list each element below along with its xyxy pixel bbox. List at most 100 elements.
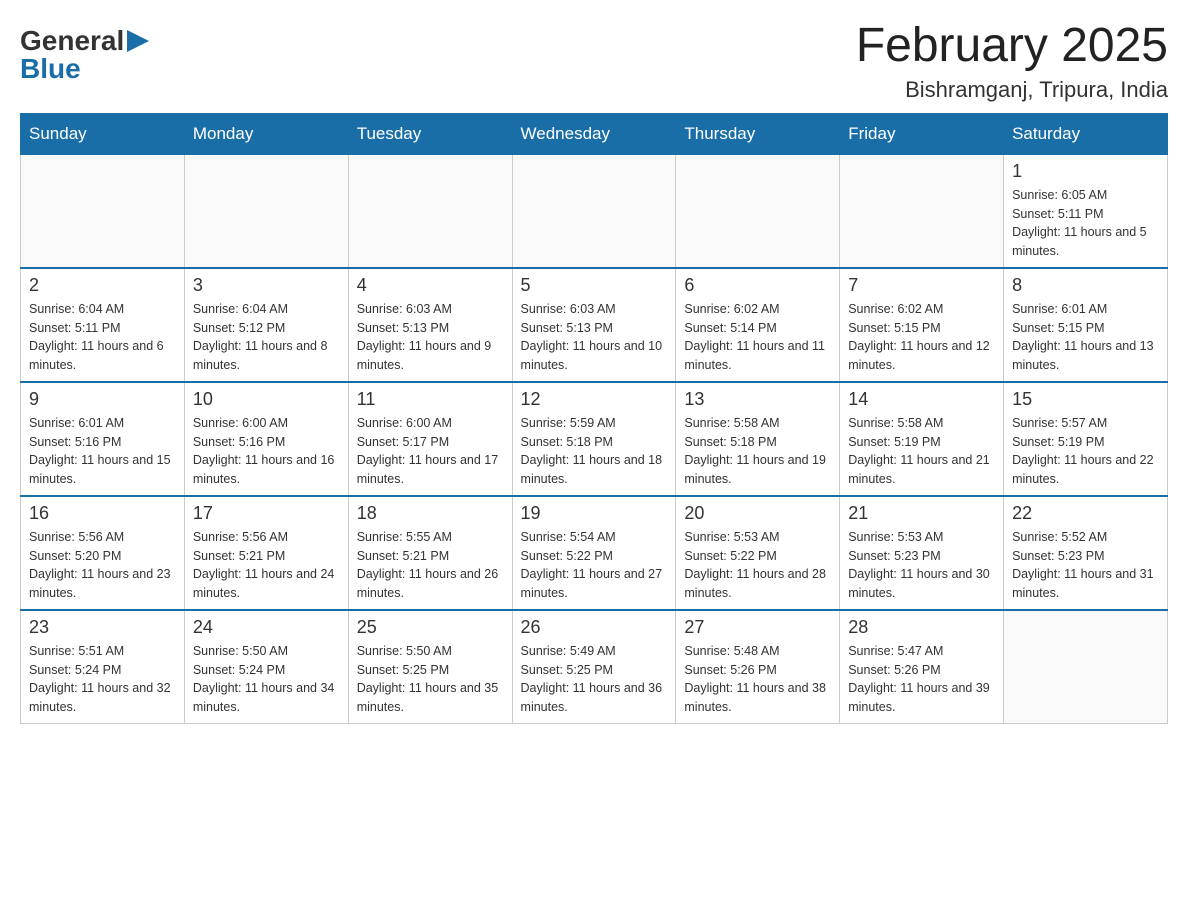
calendar-cell: 6Sunrise: 6:02 AMSunset: 5:14 PMDaylight…: [676, 268, 840, 382]
day-info: Sunrise: 5:57 AMSunset: 5:19 PMDaylight:…: [1012, 414, 1159, 489]
weekday-header-row: SundayMondayTuesdayWednesdayThursdayFrid…: [21, 113, 1168, 154]
logo-arrow-icon: [127, 30, 149, 52]
page-header: General Blue February 2025 Bishramganj, …: [20, 20, 1168, 103]
weekday-header-saturday: Saturday: [1004, 113, 1168, 154]
calendar-cell: 10 Sunrise: 6:00 AMSunset: 5:16 PMDayligh…: [184, 382, 348, 496]
calendar-week-row: 23Sunrise: 5:51 AMSunset: 5:24 PMDayligh…: [21, 610, 1168, 724]
day-number: 16: [29, 503, 176, 524]
calendar-cell: 5 Sunrise: 6:03 AMSunset: 5:13 PMDaylight…: [512, 268, 676, 382]
calendar-cell: 3 Sunrise: 6:04 AMSunset: 5:12 PMDaylight…: [184, 268, 348, 382]
day-number: 27: [684, 617, 831, 638]
day-info: Sunrise: 5:58 AMSunset: 5:18 PMDaylight:…: [684, 414, 831, 489]
calendar-cell: 19 Sunrise: 5:54 AMSunset: 5:22 PMDayligh…: [512, 496, 676, 610]
calendar-cell: [512, 154, 676, 268]
day-number: 20: [684, 503, 831, 524]
day-number: 17: [193, 503, 340, 524]
day-number: 3: [193, 275, 340, 296]
day-info: Sunrise: 5:51 AMSunset: 5:24 PMDaylight:…: [29, 642, 176, 717]
day-info: Sunrise: 5:54 AMSunset: 5:22 PMDaylight:…: [521, 528, 668, 603]
weekday-header-thursday: Thursday: [676, 113, 840, 154]
calendar-cell: 16 Sunrise: 5:56 AMSunset: 5:20 PMDayligh…: [21, 496, 185, 610]
calendar-cell: 22Sunrise: 5:52 AMSunset: 5:23 PMDayligh…: [1004, 496, 1168, 610]
day-info: Sunrise: 5:53 AMSunset: 5:22 PMDaylight:…: [684, 528, 831, 603]
day-info: Sunrise: 5:56 AMSunset: 5:20 PMDaylight:…: [29, 528, 176, 603]
day-number: 26: [521, 617, 668, 638]
calendar-cell: 26 Sunrise: 5:49 AMSunset: 5:25 PMDayligh…: [512, 610, 676, 724]
day-number: 18: [357, 503, 504, 524]
calendar-week-row: 1 Sunrise: 6:05 AMSunset: 5:11 PMDaylight…: [21, 154, 1168, 268]
calendar-cell: 21 Sunrise: 5:53 AMSunset: 5:23 PMDayligh…: [840, 496, 1004, 610]
weekday-header-tuesday: Tuesday: [348, 113, 512, 154]
day-number: 6: [684, 275, 831, 296]
day-info: Sunrise: 6:00 AMSunset: 5:17 PMDaylight:…: [357, 414, 504, 489]
calendar-cell: 25 Sunrise: 5:50 AMSunset: 5:25 PMDayligh…: [348, 610, 512, 724]
day-info: Sunrise: 5:58 AMSunset: 5:19 PMDaylight:…: [848, 414, 995, 489]
calendar-week-row: 9Sunrise: 6:01 AMSunset: 5:16 PMDaylight…: [21, 382, 1168, 496]
calendar-cell: [840, 154, 1004, 268]
calendar-cell: [21, 154, 185, 268]
day-number: 21: [848, 503, 995, 524]
day-number: 5: [521, 275, 668, 296]
day-info: Sunrise: 5:48 AMSunset: 5:26 PMDaylight:…: [684, 642, 831, 717]
calendar-week-row: 16 Sunrise: 5:56 AMSunset: 5:20 PMDayligh…: [21, 496, 1168, 610]
calendar-cell: 2Sunrise: 6:04 AMSunset: 5:11 PMDaylight…: [21, 268, 185, 382]
calendar-cell: 12 Sunrise: 5:59 AMSunset: 5:18 PMDayligh…: [512, 382, 676, 496]
logo-blue-text: Blue: [20, 53, 149, 85]
weekday-header-monday: Monday: [184, 113, 348, 154]
day-info: Sunrise: 6:05 AMSunset: 5:11 PMDaylight:…: [1012, 186, 1159, 261]
day-info: Sunrise: 6:02 AMSunset: 5:15 PMDaylight:…: [848, 300, 995, 375]
day-number: 13: [684, 389, 831, 410]
day-info: Sunrise: 5:49 AMSunset: 5:25 PMDaylight:…: [521, 642, 668, 717]
weekday-header-wednesday: Wednesday: [512, 113, 676, 154]
day-number: 25: [357, 617, 504, 638]
day-info: Sunrise: 5:50 AMSunset: 5:25 PMDaylight:…: [357, 642, 504, 717]
day-info: Sunrise: 5:55 AMSunset: 5:21 PMDaylight:…: [357, 528, 504, 603]
calendar-cell: [676, 154, 840, 268]
calendar-cell: [1004, 610, 1168, 724]
calendar-cell: 7Sunrise: 6:02 AMSunset: 5:15 PMDaylight…: [840, 268, 1004, 382]
calendar-cell: 15 Sunrise: 5:57 AMSunset: 5:19 PMDayligh…: [1004, 382, 1168, 496]
location-title: Bishramganj, Tripura, India: [856, 77, 1168, 103]
calendar-cell: [348, 154, 512, 268]
day-number: 15: [1012, 389, 1159, 410]
calendar-cell: 1 Sunrise: 6:05 AMSunset: 5:11 PMDaylight…: [1004, 154, 1168, 268]
day-info: Sunrise: 5:56 AMSunset: 5:21 PMDaylight:…: [193, 528, 340, 603]
day-number: 24: [193, 617, 340, 638]
title-area: February 2025 Bishramganj, Tripura, Indi…: [856, 20, 1168, 103]
day-number: 22: [1012, 503, 1159, 524]
calendar-cell: 4 Sunrise: 6:03 AMSunset: 5:13 PMDaylight…: [348, 268, 512, 382]
calendar-cell: 8 Sunrise: 6:01 AMSunset: 5:15 PMDaylight…: [1004, 268, 1168, 382]
day-number: 12: [521, 389, 668, 410]
day-info: Sunrise: 6:03 AMSunset: 5:13 PMDaylight:…: [521, 300, 668, 375]
calendar-cell: 13 Sunrise: 5:58 AMSunset: 5:18 PMDayligh…: [676, 382, 840, 496]
calendar-cell: 28Sunrise: 5:47 AMSunset: 5:26 PMDayligh…: [840, 610, 1004, 724]
logo: General Blue: [20, 20, 149, 85]
calendar-cell: 20 Sunrise: 5:53 AMSunset: 5:22 PMDayligh…: [676, 496, 840, 610]
weekday-header-sunday: Sunday: [21, 113, 185, 154]
day-number: 4: [357, 275, 504, 296]
day-info: Sunrise: 6:01 AMSunset: 5:16 PMDaylight:…: [29, 414, 176, 489]
month-title: February 2025: [856, 20, 1168, 73]
calendar-table: SundayMondayTuesdayWednesdayThursdayFrid…: [20, 113, 1168, 724]
day-number: 14: [848, 389, 995, 410]
day-number: 10: [193, 389, 340, 410]
day-number: 19: [521, 503, 668, 524]
day-info: Sunrise: 6:00 AMSunset: 5:16 PMDaylight:…: [193, 414, 340, 489]
calendar-cell: 17 Sunrise: 5:56 AMSunset: 5:21 PMDayligh…: [184, 496, 348, 610]
day-number: 2: [29, 275, 176, 296]
day-info: Sunrise: 6:03 AMSunset: 5:13 PMDaylight:…: [357, 300, 504, 375]
day-number: 28: [848, 617, 995, 638]
weekday-header-friday: Friday: [840, 113, 1004, 154]
calendar-cell: 11 Sunrise: 6:00 AMSunset: 5:17 PMDayligh…: [348, 382, 512, 496]
calendar-week-row: 2Sunrise: 6:04 AMSunset: 5:11 PMDaylight…: [21, 268, 1168, 382]
calendar-cell: 14 Sunrise: 5:58 AMSunset: 5:19 PMDayligh…: [840, 382, 1004, 496]
day-info: Sunrise: 6:01 AMSunset: 5:15 PMDaylight:…: [1012, 300, 1159, 375]
day-info: Sunrise: 5:59 AMSunset: 5:18 PMDaylight:…: [521, 414, 668, 489]
day-number: 11: [357, 389, 504, 410]
day-info: Sunrise: 6:04 AMSunset: 5:12 PMDaylight:…: [193, 300, 340, 375]
day-info: Sunrise: 5:50 AMSunset: 5:24 PMDaylight:…: [193, 642, 340, 717]
day-info: Sunrise: 5:53 AMSunset: 5:23 PMDaylight:…: [848, 528, 995, 603]
day-number: 8: [1012, 275, 1159, 296]
calendar-cell: 23Sunrise: 5:51 AMSunset: 5:24 PMDayligh…: [21, 610, 185, 724]
day-number: 1: [1012, 161, 1159, 182]
